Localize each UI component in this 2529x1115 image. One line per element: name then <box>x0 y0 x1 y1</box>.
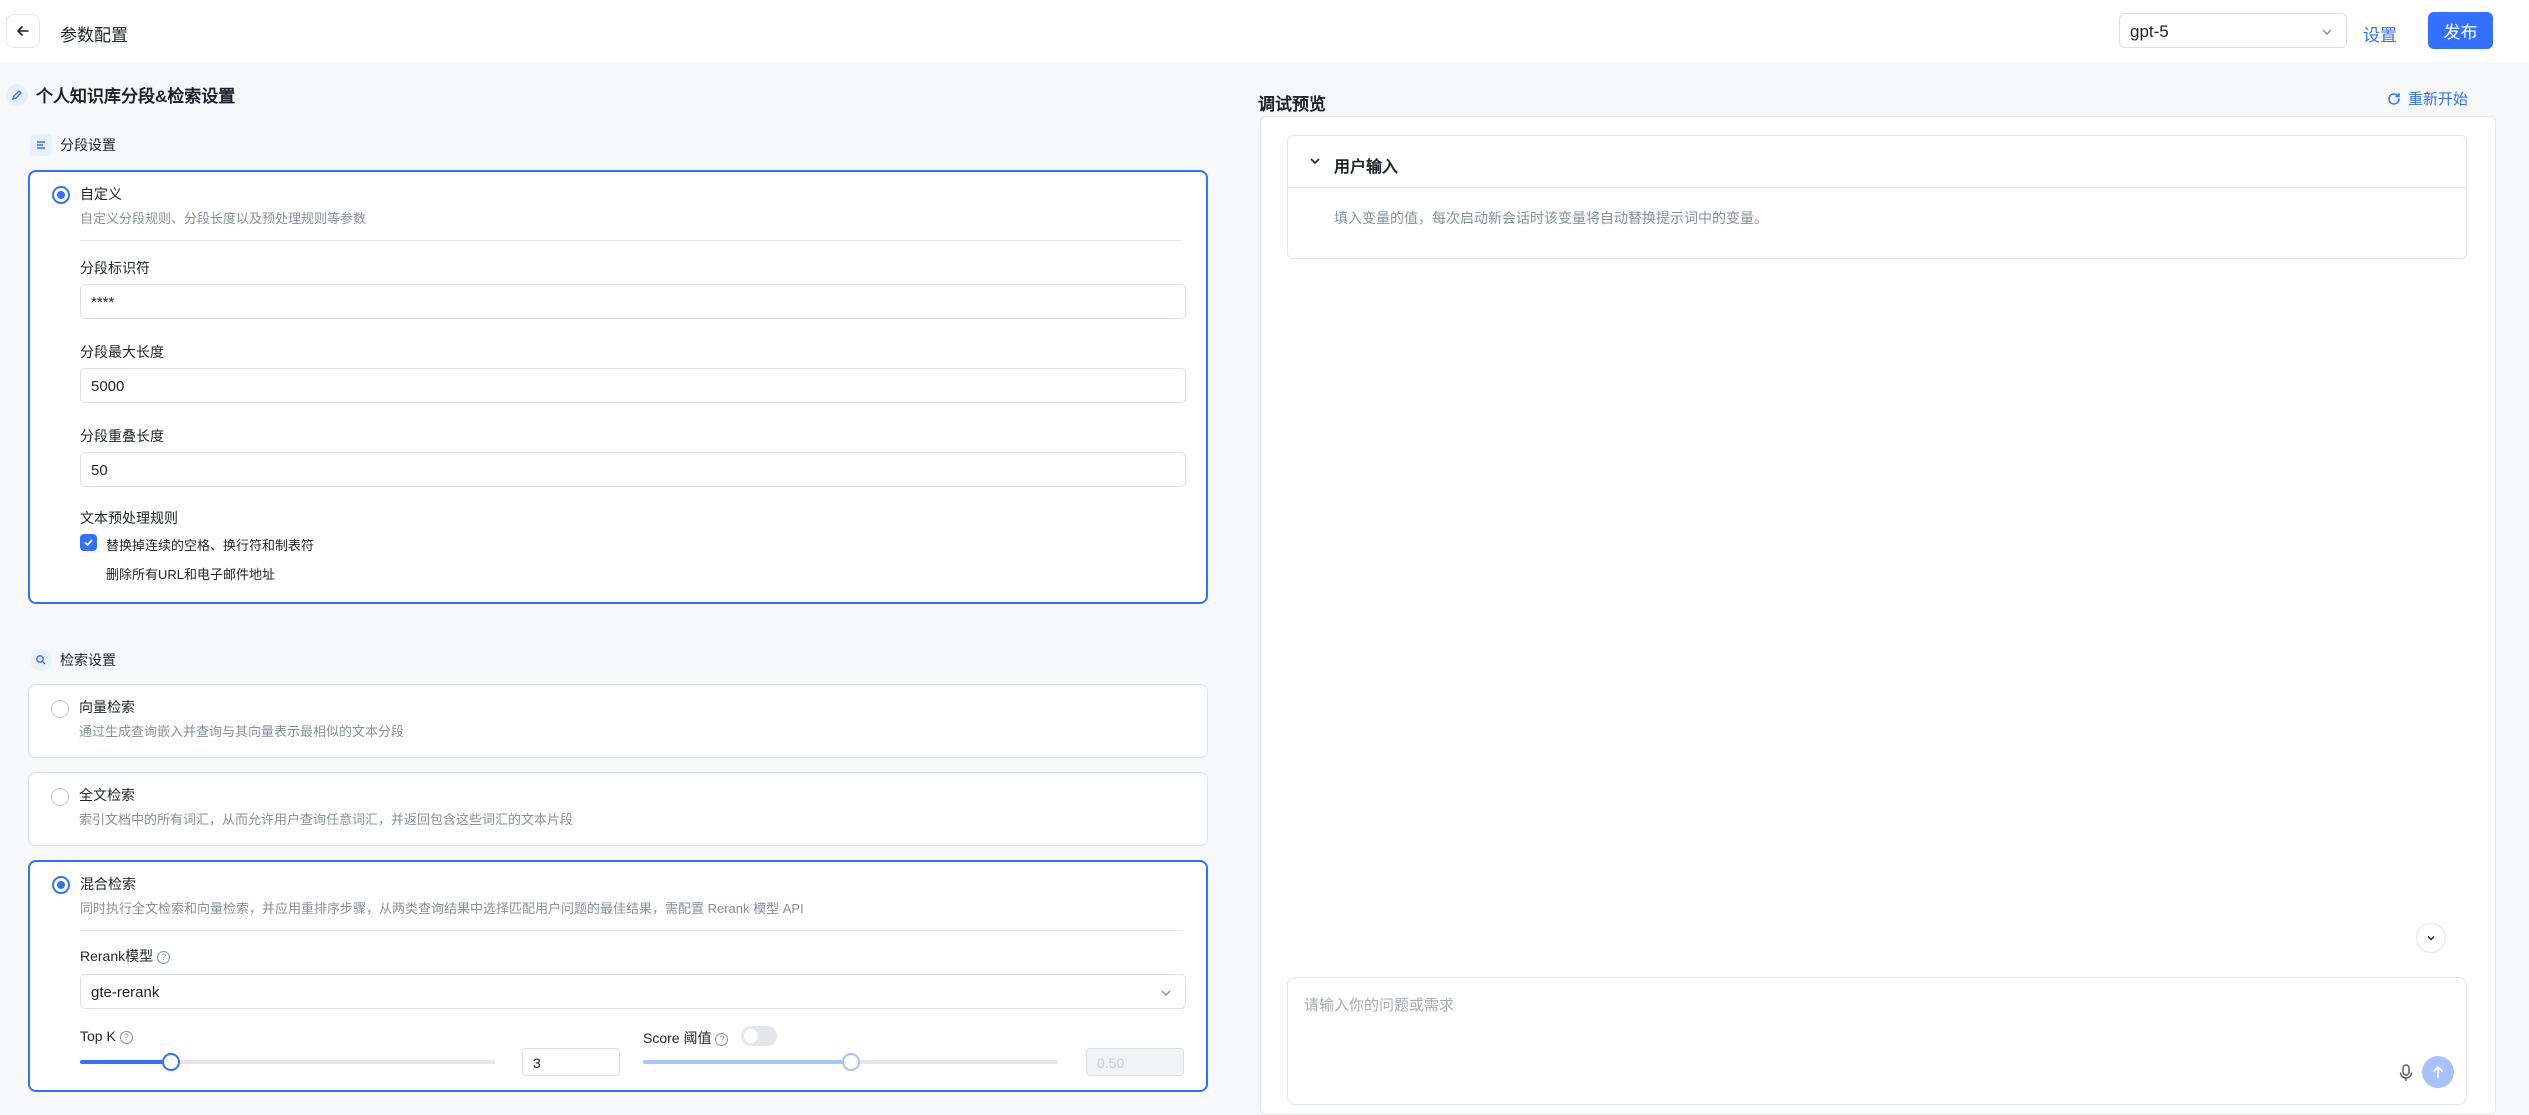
chunk-settings-label: 分段设置 <box>60 137 116 153</box>
separator-input[interactable]: **** <box>80 284 1186 319</box>
section-title: 个人知识库分段&检索设置 <box>6 82 235 107</box>
preprocess-label: 文本预处理规则 <box>80 510 178 526</box>
help-icon[interactable]: ? <box>157 950 171 964</box>
score-input[interactable]: 0.50 <box>1086 1048 1184 1076</box>
rerank-select[interactable]: gte-rerank <box>80 974 1186 1009</box>
chevron-down-icon <box>2427 935 2435 941</box>
topk-label-text: Top K <box>80 1028 116 1044</box>
separator-value: **** <box>91 294 115 311</box>
vector-search-card[interactable]: 向量检索 通过生成查询嵌入并查询与其向量表示最相似的文本分段 <box>28 684 1208 758</box>
rerank-value: gte-rerank <box>91 984 160 1001</box>
score-value: 0.50 <box>1097 1055 1125 1071</box>
custom-desc: 自定义分段规则、分段长度以及预处理规则等参数 <box>80 211 367 226</box>
custom-chunk-card[interactable]: 自定义 自定义分段规则、分段长度以及预处理规则等参数 分段标识符 **** 分段… <box>28 170 1208 604</box>
topk-slider-thumb[interactable] <box>162 1053 180 1071</box>
fulltext-title: 全文检索 <box>79 787 135 803</box>
chat-input[interactable]: 请输入你的问题或需求 <box>1287 977 2467 1105</box>
overlap-label: 分段重叠长度 <box>80 428 164 444</box>
help-icon[interactable]: ? <box>119 1030 133 1044</box>
custom-title: 自定义 <box>80 186 122 202</box>
arrow-left-icon <box>17 26 29 36</box>
topk-slider[interactable] <box>80 1053 495 1071</box>
hybrid-radio[interactable] <box>52 876 70 894</box>
user-input-header[interactable]: 用户输入 <box>1288 136 2466 188</box>
refresh-icon <box>2388 92 2400 105</box>
overlap-input[interactable]: 50 <box>80 452 1186 487</box>
debug-preview-panel: 用户输入 填入变量的值，每次启动新会话时该变量将自动替换提示词中的变量。 请输入… <box>1260 116 2496 1115</box>
section-title-text: 个人知识库分段&检索设置 <box>36 87 236 106</box>
score-toggle[interactable] <box>741 1026 777 1046</box>
rule2-label: 删除所有URL和电子邮件地址 <box>106 567 276 582</box>
rule1-checkbox[interactable] <box>80 534 97 551</box>
topk-label: Top K? <box>80 1028 133 1044</box>
model-select-value: gpt-5 <box>2130 22 2169 41</box>
user-input-title: 用户输入 <box>1334 159 1399 176</box>
score-slider-fill <box>643 1060 851 1064</box>
separator-label: 分段标识符 <box>80 260 150 276</box>
fulltext-search-card[interactable]: 全文检索 索引文档中的所有词汇，从而允许用户查询任意词汇，并返回包含这些词汇的文… <box>28 772 1208 846</box>
rule1-label: 替换掉连续的空格、换行符和制表符 <box>106 538 315 553</box>
retrieval-settings-label: 检索设置 <box>60 652 116 668</box>
score-slider-thumb[interactable] <box>842 1053 860 1071</box>
chevron-down-icon <box>2322 29 2332 35</box>
chunk-settings-title: 分段设置 <box>30 134 116 156</box>
fulltext-radio[interactable] <box>51 788 69 806</box>
vector-title: 向量检索 <box>79 699 135 715</box>
arrow-up-icon <box>2433 1066 2443 1078</box>
topk-slider-fill <box>80 1060 171 1064</box>
page-title: 参数配置 <box>60 26 128 45</box>
send-button[interactable] <box>2422 1056 2454 1088</box>
chevron-down-icon <box>1310 158 1320 165</box>
user-input-desc: 填入变量的值，每次启动新会话时该变量将自动替换提示词中的变量。 <box>1334 210 1768 226</box>
topk-input[interactable]: 3 <box>522 1048 620 1076</box>
top-bar: 参数配置 gpt-5 设置 发布 <box>0 0 2529 62</box>
divider <box>80 240 1182 241</box>
model-select[interactable]: gpt-5 <box>2119 13 2347 48</box>
max-length-value: 5000 <box>91 378 125 395</box>
retrieval-settings-title: 检索设置 <box>30 649 116 671</box>
vector-desc: 通过生成查询嵌入并查询与其向量表示最相似的文本分段 <box>79 724 405 739</box>
microphone-icon[interactable] <box>2398 1064 2414 1082</box>
divider <box>80 930 1182 931</box>
overlap-value: 50 <box>91 462 108 479</box>
chevron-down-icon <box>1161 990 1171 996</box>
custom-radio[interactable] <box>52 186 70 204</box>
max-length-label: 分段最大长度 <box>80 344 164 360</box>
publish-button[interactable]: 发布 <box>2428 12 2493 49</box>
back-button[interactable] <box>6 14 40 48</box>
scroll-down-button[interactable] <box>2416 923 2446 953</box>
search-icon <box>30 649 52 671</box>
rerank-label-text: Rerank模型 <box>80 948 154 964</box>
check-icon <box>84 539 93 547</box>
restart-label: 重新开始 <box>2408 91 2469 108</box>
score-slider[interactable] <box>643 1053 1058 1071</box>
preview-title: 调试预览 <box>1258 95 1326 114</box>
max-length-input[interactable]: 5000 <box>80 368 1186 403</box>
config-panel: 个人知识库分段&检索设置 分段设置 自定义 自定义分段规则、分段长度以及预处理规… <box>0 62 1240 1115</box>
help-icon[interactable]: ? <box>715 1032 729 1046</box>
hybrid-search-card[interactable]: 混合检索 同时执行全文检索和向量检索，并应用重排序步骤，从两类查询结果中选择匹配… <box>28 860 1208 1092</box>
fulltext-desc: 索引文档中的所有词汇，从而允许用户查询任意词汇，并返回包含这些词汇的文本片段 <box>79 812 574 827</box>
hybrid-desc: 同时执行全文检索和向量检索，并应用重排序步骤，从两类查询结果中选择匹配用户问题的… <box>80 901 804 916</box>
user-input-card: 用户输入 填入变量的值，每次启动新会话时该变量将自动替换提示词中的变量。 <box>1287 135 2467 259</box>
list-lines-icon <box>30 134 52 156</box>
settings-link[interactable]: 设置 <box>2363 21 2397 46</box>
rerank-label: Rerank模型? <box>80 946 171 966</box>
rule2-checkbox[interactable] <box>80 563 97 580</box>
chat-placeholder: 请输入你的问题或需求 <box>1304 997 1455 1014</box>
topk-value: 3 <box>533 1055 541 1071</box>
vector-radio[interactable] <box>51 700 69 718</box>
score-label: Score 阈值? <box>643 1028 729 1048</box>
hybrid-title: 混合检索 <box>80 876 136 892</box>
restart-button[interactable]: 重新开始 <box>2386 88 2468 109</box>
score-label-text: Score 阈值 <box>643 1030 712 1046</box>
edit-pencil-icon <box>6 83 28 106</box>
